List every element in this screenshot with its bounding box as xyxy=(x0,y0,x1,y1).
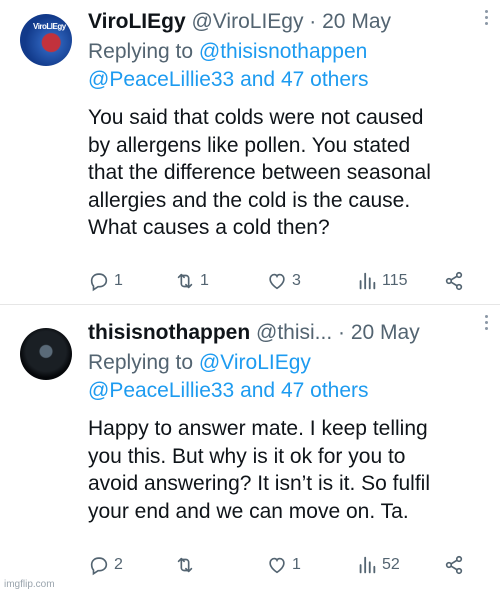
tweet-text-line: avoid answering? It isn’t is it. So fulf… xyxy=(88,472,430,495)
tweet-header: thisisnothappen @thisi... · 20 May xyxy=(88,319,488,347)
reply-count: 2 xyxy=(114,556,123,573)
display-name[interactable]: ViroLIEgy xyxy=(88,10,186,33)
share-button[interactable] xyxy=(443,553,465,577)
like-button[interactable]: 3 xyxy=(266,269,301,293)
heart-icon xyxy=(269,557,285,574)
like-count: 1 xyxy=(292,556,301,573)
like-count: 3 xyxy=(292,272,301,289)
tweet-content: thisisnothappen @thisi... · 20 May Reply… xyxy=(88,319,488,525)
watermark: imgflip.com xyxy=(4,579,55,590)
avatar-logo-text: ViroLIEgy xyxy=(33,22,66,31)
share-icon xyxy=(445,555,463,575)
display-name[interactable]: thisisnothappen xyxy=(88,321,250,344)
reply-count: 1 xyxy=(114,272,123,289)
views-button[interactable]: 115 xyxy=(356,269,408,293)
views-chart-icon xyxy=(359,556,376,574)
retweet-button[interactable] xyxy=(174,553,200,577)
tweet-text-line: your end and we can move on. Ta. xyxy=(88,499,409,523)
tweet-text-line: Happy to answer mate. I keep telling xyxy=(88,417,428,440)
tweet-text-line: you this. But why is it ok for you to xyxy=(88,444,406,468)
retweet-icon xyxy=(177,273,193,289)
tweet-text-line: that the difference between seasonal xyxy=(88,161,431,184)
retweet-icon xyxy=(177,557,193,573)
replying-to-others[interactable]: @PeaceLillie33 and 47 others xyxy=(88,68,369,91)
views-chart-icon xyxy=(359,272,376,290)
avatar[interactable]: ViroLIEgy xyxy=(20,14,72,66)
share-icon xyxy=(445,271,463,291)
tweet-2[interactable]: thisisnothappen @thisi... · 20 May Reply… xyxy=(0,305,500,593)
reply-button[interactable]: 1 xyxy=(88,269,123,293)
replying-to-handle[interactable]: @ViroLIEgy xyxy=(199,351,311,374)
replying-to-others[interactable]: @PeaceLillie33 and 47 others xyxy=(88,379,369,402)
action-bar: 2 1 52 xyxy=(88,553,478,577)
share-button[interactable] xyxy=(443,269,465,293)
replying-to-label: Replying to xyxy=(88,351,199,374)
replying-to: Replying to @ViroLIEgy @PeaceLillie33 an… xyxy=(88,349,488,405)
action-bar: 1 1 3 115 xyxy=(88,269,478,293)
avatar[interactable] xyxy=(20,328,72,380)
replying-to-label: Replying to xyxy=(88,40,199,63)
handle-and-date[interactable]: @thisi... · 20 May xyxy=(256,321,420,344)
view-count: 52 xyxy=(382,556,400,573)
tweet-1[interactable]: ViroLIEgy ViroLIEgy @ViroLIEgy · 20 May … xyxy=(0,0,500,305)
tweet-text-line: You said that colds were not caused xyxy=(88,106,424,129)
reply-icon xyxy=(90,557,108,576)
heart-icon xyxy=(269,273,285,290)
view-count: 115 xyxy=(382,272,408,289)
tweet-text: Happy to answer mate. I keep telling you… xyxy=(88,415,488,525)
views-button[interactable]: 52 xyxy=(356,553,400,577)
reply-button[interactable]: 2 xyxy=(88,553,123,577)
tweet-header: ViroLIEgy @ViroLIEgy · 20 May xyxy=(88,8,488,36)
replying-to-handle[interactable]: @thisisnothappen xyxy=(199,40,367,63)
tweet-text-line: What causes a cold then? xyxy=(88,216,330,239)
retweet-count: 1 xyxy=(200,272,209,289)
tweet-content: ViroLIEgy @ViroLIEgy · 20 May Replying t… xyxy=(88,8,488,242)
retweet-button[interactable]: 1 xyxy=(174,269,209,293)
replying-to: Replying to @thisisnothappen @PeaceLilli… xyxy=(88,38,488,94)
tweet-text-line: by allergens like pollen. You stated xyxy=(88,133,411,157)
tweet-text: You said that colds were not caused by a… xyxy=(88,104,488,242)
tweet-text-line: allergies and the cold is the cause. xyxy=(88,188,411,212)
handle-and-date[interactable]: @ViroLIEgy · 20 May xyxy=(191,10,391,33)
like-button[interactable]: 1 xyxy=(266,553,301,577)
reply-icon xyxy=(90,273,108,292)
